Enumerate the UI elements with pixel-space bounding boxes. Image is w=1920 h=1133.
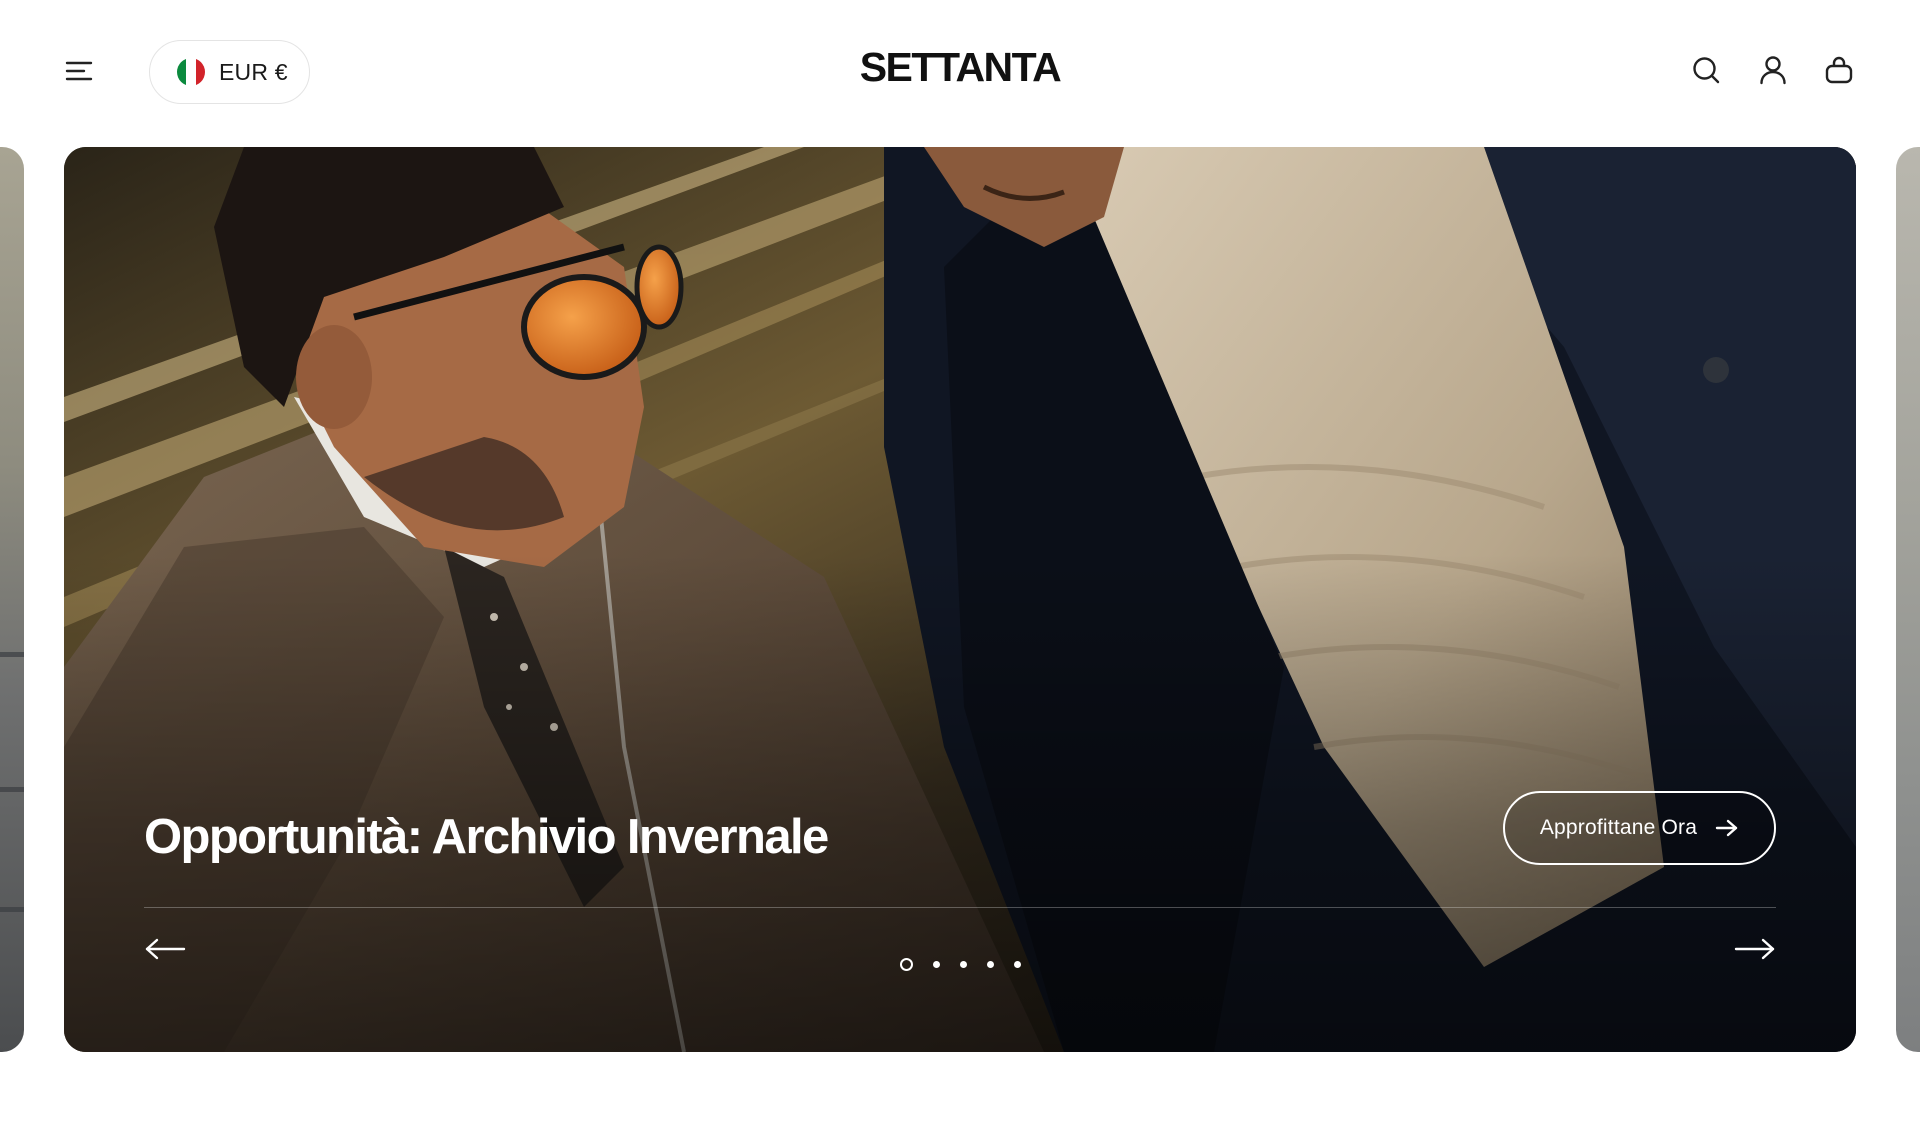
slider-pagination (64, 958, 1856, 971)
slider-dot-1[interactable] (899, 958, 913, 971)
hero-divider (144, 907, 1776, 908)
next-slide-peek[interactable] (1896, 147, 1920, 1052)
cta-label: Approfittane Ora (1539, 816, 1698, 839)
previous-slide-peek[interactable] (0, 147, 24, 1052)
site-header: EUR € SETTANTA (0, 0, 1920, 144)
hero-slide: Opportunità: Archivio Invernale Approfit… (64, 147, 1856, 1052)
slider-dot-5[interactable] (1013, 961, 1021, 968)
slider-dot-3[interactable] (959, 961, 967, 968)
slider-dot-4[interactable] (986, 961, 994, 968)
account-icon[interactable] (1757, 54, 1789, 86)
site-logo[interactable]: SETTANTA (0, 44, 1920, 91)
cta-button[interactable]: Approfittane Ora (1503, 791, 1776, 865)
arrow-right-icon (1715, 819, 1738, 837)
cart-icon[interactable] (1823, 54, 1855, 86)
slider-dot-2[interactable] (932, 961, 940, 968)
slider-next-button[interactable] (1734, 937, 1776, 961)
search-icon[interactable] (1690, 54, 1722, 86)
hero-title: Opportunità: Archivio Invernale (144, 810, 829, 864)
